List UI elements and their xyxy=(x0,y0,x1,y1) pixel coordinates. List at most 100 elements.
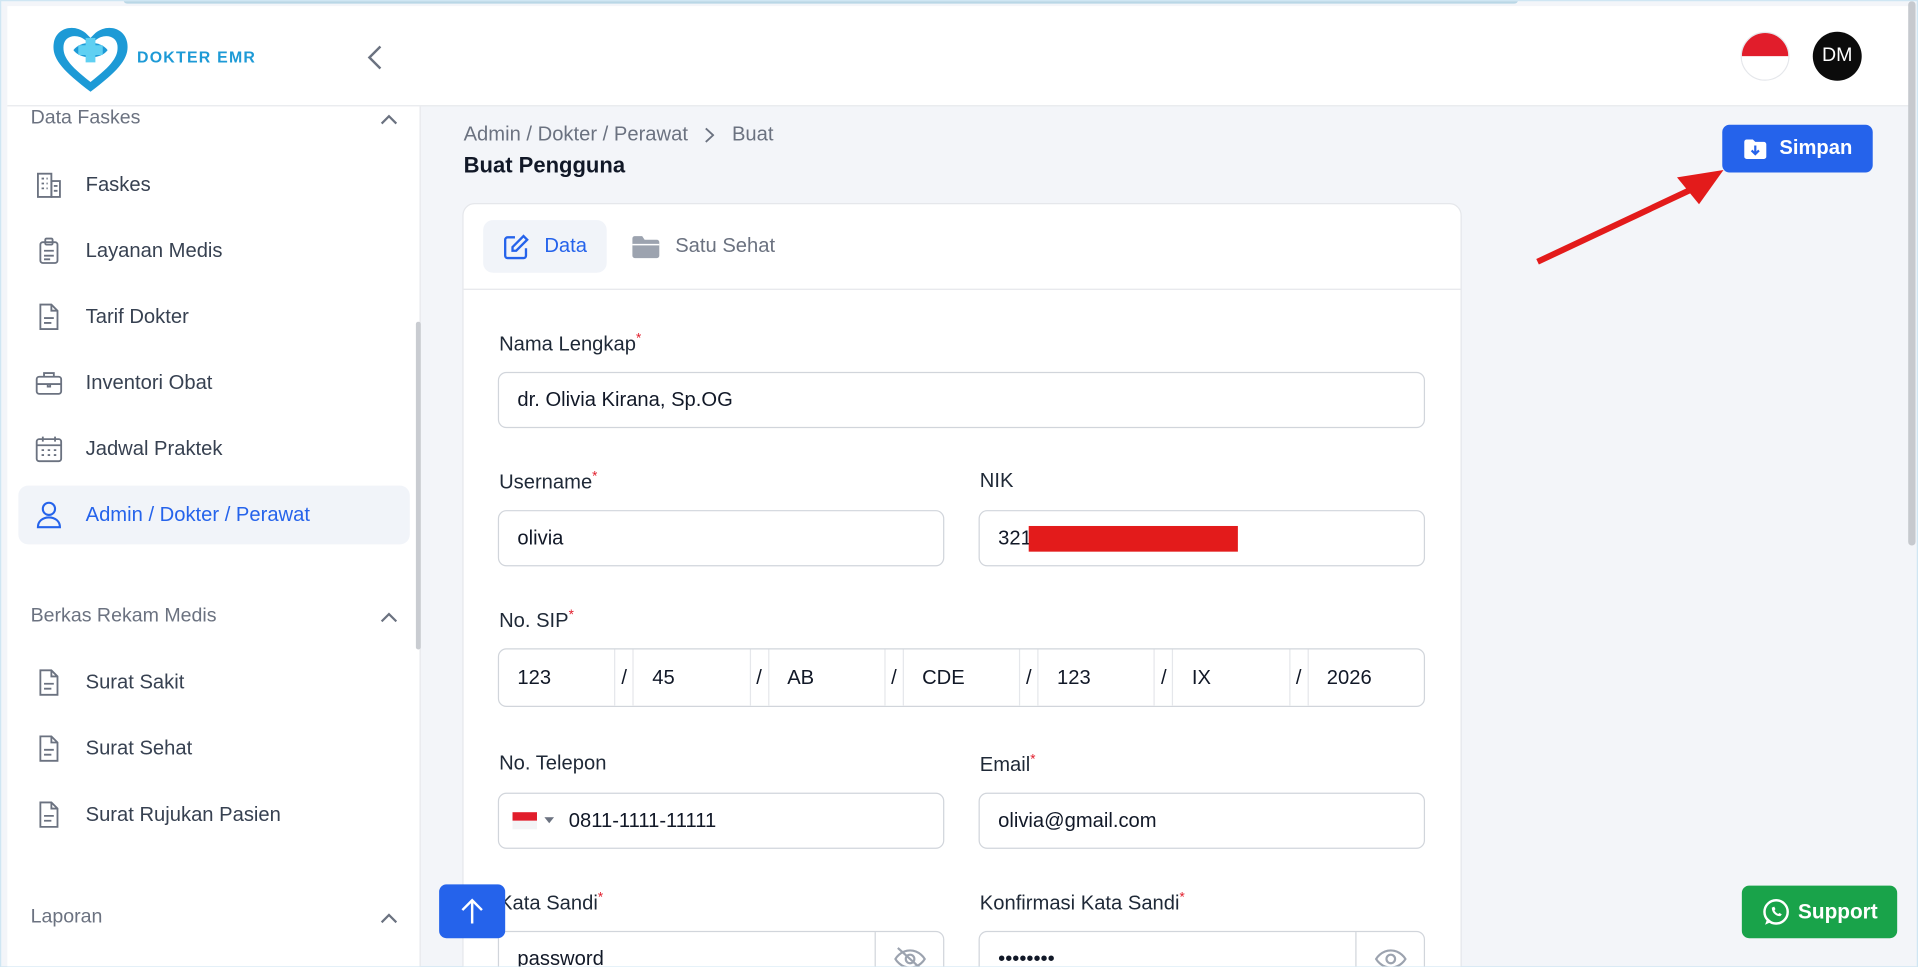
phone-value: 0811-1111-11111 xyxy=(568,809,717,832)
section-data-faskes[interactable]: Data Faskes xyxy=(31,106,398,133)
sidebar-item-label: Layanan Medis xyxy=(85,239,223,262)
sidebar-item-label: Jadwal Praktek xyxy=(85,437,223,460)
password-value: password xyxy=(517,947,604,967)
scroll-to-top-button[interactable] xyxy=(439,884,506,939)
sip-segment-7[interactable]: 2026 xyxy=(1308,650,1423,706)
sidebar-scrollbar[interactable] xyxy=(415,321,421,650)
sidebar-item-jadwal-praktek[interactable]: Jadwal Praktek xyxy=(18,420,409,479)
nik-input[interactable]: 321 xyxy=(978,510,1426,567)
page-scrollbar[interactable] xyxy=(1908,1,1916,546)
sidebar-item-label: Admin / Dokter / Perawat xyxy=(85,503,310,526)
brand-name: DOKTER EMR xyxy=(136,47,257,67)
language-switcher[interactable] xyxy=(1740,31,1790,81)
user-icon xyxy=(33,499,65,531)
nik-value: 321 xyxy=(998,526,1032,549)
edit-icon xyxy=(504,233,529,259)
top-header: DOKTER EMR DM xyxy=(7,6,1911,107)
tab-data[interactable]: Data xyxy=(483,220,607,273)
sidebar-item-inventori-obat[interactable]: Inventori Obat xyxy=(18,354,409,413)
sip-segment-4[interactable]: CDE xyxy=(904,650,1019,706)
form-tabs: Data Satu Sehat xyxy=(463,204,1461,290)
page-title: Buat Pengguna xyxy=(463,152,626,178)
confirm-password-label: Konfirmasi Kata Sandi* xyxy=(979,890,1185,915)
section-laporan[interactable]: Laporan xyxy=(31,903,398,932)
phone-label: No. Telepon xyxy=(499,752,607,775)
sip-input-group: 123 / 45 / AB / CDE / 123 / IX / 2026 xyxy=(497,648,1426,708)
confirm-password-input[interactable]: •••••••• xyxy=(978,930,1426,967)
document-icon xyxy=(33,667,65,699)
username-input[interactable]: olivia xyxy=(497,510,945,567)
confirm-password-value: •••••••• xyxy=(998,947,1055,967)
sidebar-item-layanan-medis[interactable]: Layanan Medis xyxy=(18,221,409,280)
sidebar-item-surat-rujukan-pasien[interactable]: Surat Rujukan Pasien xyxy=(18,785,409,844)
section-berkas-rekam-medis[interactable]: Berkas Rekam Medis xyxy=(31,602,398,631)
user-avatar[interactable]: DM xyxy=(1812,31,1862,81)
caret-down-icon[interactable] xyxy=(544,817,555,824)
sip-segment-3[interactable]: AB xyxy=(769,650,884,706)
sidebar-item-label: Surat Sehat xyxy=(85,736,193,759)
sip-segment-1[interactable]: 123 xyxy=(499,650,614,706)
indonesia-flag-icon[interactable] xyxy=(512,812,537,830)
sip-separator: / xyxy=(1153,649,1174,706)
arrow-up-icon xyxy=(461,898,483,924)
sip-separator: / xyxy=(1288,649,1309,706)
sidebar-item-label: Surat Rujukan Pasien xyxy=(85,803,281,826)
section-title: Data Faskes xyxy=(30,107,141,129)
save-button-label: Simpan xyxy=(1779,136,1853,160)
phone-input[interactable]: 0811-1111-11111 xyxy=(497,792,945,849)
sip-separator: / xyxy=(749,649,769,706)
tab-label: Data xyxy=(544,234,587,257)
redaction-bar xyxy=(1028,525,1238,552)
full-name-input[interactable]: dr. Olivia Kirana, Sp.OG xyxy=(497,371,1426,429)
breadcrumb-parent-link[interactable]: Admin / Dokter / Perawat xyxy=(464,124,688,147)
sidebar-item-label: Surat Sakit xyxy=(85,670,185,693)
sip-segment-2[interactable]: 45 xyxy=(634,650,749,706)
tab-label: Satu Sehat xyxy=(675,234,776,257)
sidebar-item-tarif-dokter[interactable]: Tarif Dokter xyxy=(18,287,409,346)
app-window: DOKTER EMR DM Data Faskes Faskes Layanan… xyxy=(0,0,1918,967)
section-title: Laporan xyxy=(30,906,103,928)
chevron-left-icon xyxy=(367,45,382,70)
calendar-icon xyxy=(33,433,65,465)
toggle-password-visibility[interactable] xyxy=(874,932,943,967)
support-label: Support xyxy=(1798,899,1878,923)
browser-scroll-strip xyxy=(123,1,1518,4)
toggle-confirm-password-visibility[interactable] xyxy=(1355,932,1423,967)
password-input[interactable]: password xyxy=(497,930,945,967)
sip-separator: / xyxy=(1019,649,1039,706)
full-name-label: Nama Lengkap* xyxy=(499,331,642,356)
sip-segment-6[interactable]: IX xyxy=(1174,650,1289,706)
sip-separator: / xyxy=(614,649,634,706)
sidebar-item-label: Faskes xyxy=(85,173,151,196)
sidebar-item-faskes[interactable]: Faskes xyxy=(18,155,409,214)
collapse-sidebar-button[interactable] xyxy=(357,40,391,74)
document-icon xyxy=(33,301,65,333)
tab-satu-sehat[interactable]: Satu Sehat xyxy=(612,220,795,273)
chevron-right-icon xyxy=(705,127,715,143)
sidebar-item-surat-sehat[interactable]: Surat Sehat xyxy=(18,719,409,778)
email-input[interactable]: olivia@gmail.com xyxy=(978,792,1426,849)
chevron-up-icon xyxy=(380,611,398,622)
sip-separator: / xyxy=(884,649,904,706)
document-icon xyxy=(33,733,65,765)
briefcase-icon xyxy=(33,367,65,399)
chevron-up-icon xyxy=(380,114,398,124)
document-icon xyxy=(33,799,65,831)
nik-label: NIK xyxy=(979,469,1014,492)
clipboard-icon xyxy=(33,235,65,267)
eye-slash-icon xyxy=(893,947,926,967)
support-button[interactable]: Support xyxy=(1741,885,1898,939)
username-label: Username* xyxy=(499,469,598,494)
sip-label: No. SIP* xyxy=(499,607,574,632)
breadcrumb-current: Buat xyxy=(731,123,774,146)
save-button[interactable]: Simpan xyxy=(1722,124,1873,173)
sidebar-item-admin-dokter-perawat[interactable]: Admin / Dokter / Perawat xyxy=(18,485,410,545)
sidebar: Data Faskes Faskes Layanan Medis Tarif D… xyxy=(7,106,421,967)
dokter-emr-logo xyxy=(53,27,128,92)
breadcrumb: Admin / Dokter / Perawat Buat xyxy=(464,124,774,147)
whatsapp-icon xyxy=(1763,898,1789,925)
sidebar-item-surat-sakit[interactable]: Surat Sakit xyxy=(18,653,409,712)
user-form-card: Data Satu Sehat Nama Lengkap* dr. Olivia… xyxy=(462,203,1462,967)
sip-segment-5[interactable]: 123 xyxy=(1039,650,1154,706)
sidebar-item-label: Inventori Obat xyxy=(85,371,213,394)
